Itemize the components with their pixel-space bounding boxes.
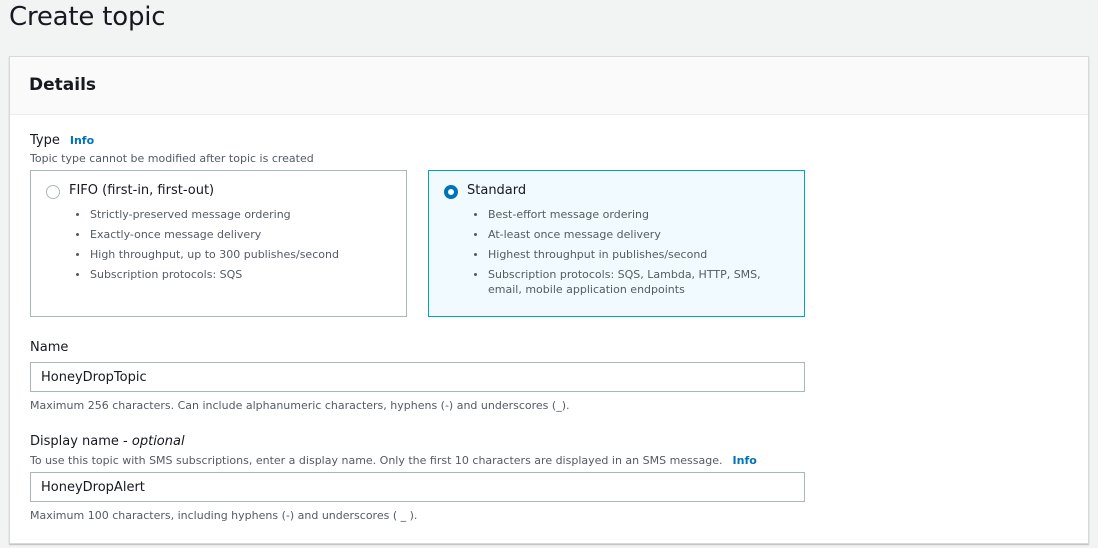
display-name-label-row: Display name - optional [30, 434, 185, 449]
standard-title: Standard [467, 183, 527, 198]
list-item: Exactly-once message delivery [76, 227, 395, 242]
name-input[interactable] [30, 362, 805, 392]
display-name-label: Display name - optional [30, 434, 185, 449]
display-name-hint: Maximum 100 characters, including hyphen… [30, 509, 418, 522]
type-option-fifo[interactable]: FIFO (first-in, first-out) Strictly-pres… [30, 170, 407, 317]
display-name-info-link[interactable]: Info [733, 454, 757, 467]
display-name-description: To use this topic with SMS subscriptions… [30, 454, 723, 467]
fifo-features-list: Strictly-preserved message ordering Exac… [76, 207, 395, 287]
type-label-row: Type Info [30, 133, 94, 148]
optional-tag: optional [131, 434, 185, 449]
standard-radio[interactable] [444, 185, 458, 199]
name-hint: Maximum 256 characters. Can include alph… [30, 399, 570, 412]
standard-features-list: Best-effort message ordering At-least on… [474, 207, 793, 302]
details-panel-header: Details [10, 57, 1088, 115]
list-item: Subscription protocols: SQS, Lambda, HTT… [474, 267, 793, 297]
details-heading: Details [29, 75, 97, 95]
list-item: Subscription protocols: SQS [76, 267, 395, 282]
list-item: At-least once message delivery [474, 227, 793, 242]
fifo-radio[interactable] [46, 185, 60, 199]
display-name-description-row: To use this topic with SMS subscriptions… [30, 454, 757, 467]
display-name-input[interactable] [30, 472, 805, 502]
name-label: Name [30, 340, 69, 355]
details-panel: Details Type Info Topic type cannot be m… [9, 56, 1089, 544]
list-item: Strictly-preserved message ordering [76, 207, 395, 222]
page-title: Create topic [9, 2, 166, 32]
list-item: Best-effort message ordering [474, 207, 793, 222]
type-option-standard[interactable]: Standard Best-effort message ordering At… [428, 170, 805, 317]
type-info-link[interactable]: Info [70, 134, 94, 147]
type-label: Type [30, 133, 60, 148]
list-item: Highest throughput in publishes/second [474, 247, 793, 262]
list-item: High throughput, up to 300 publishes/sec… [76, 247, 395, 262]
fifo-title: FIFO (first-in, first-out) [69, 183, 215, 198]
name-label-row: Name [30, 340, 68, 355]
type-description: Topic type cannot be modified after topi… [30, 152, 314, 165]
